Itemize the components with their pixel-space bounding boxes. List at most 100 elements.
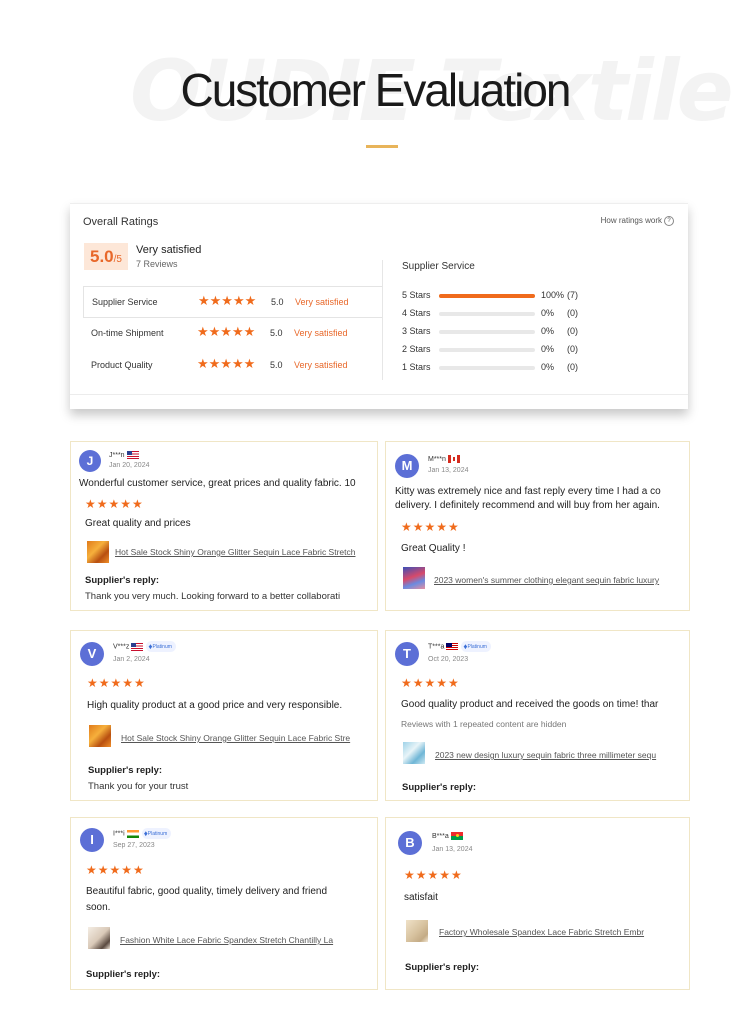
reviewer-name-text: M***n [428, 455, 446, 463]
category-stars: ★★★★★ [197, 356, 256, 371]
bar-percent: 0% [541, 308, 555, 318]
reviewer-name: V***z ♦Platinum [113, 641, 176, 652]
product-link[interactable]: Hot Sale Stock Shiny Orange Glitter Sequ… [121, 733, 350, 743]
reviewer-name-text: B***a [432, 832, 449, 840]
product-thumbnail[interactable] [406, 920, 428, 942]
bar-count: (0) [567, 326, 578, 336]
product-link[interactable]: Fashion White Lace Fabric Spandex Stretc… [120, 935, 333, 945]
review-date: Jan 13, 2024 [432, 846, 473, 853]
product-thumbnail[interactable] [87, 541, 109, 563]
review-date: Jan 13, 2024 [428, 467, 469, 474]
how-ratings-work-label: How ratings work [600, 216, 662, 226]
supplier-reply-heading: Supplier's reply: [88, 765, 163, 776]
platinum-badge: ♦Platinum [141, 828, 172, 839]
bar-percent: 0% [541, 362, 555, 372]
review-card: V V***z ♦Platinum Jan 2, 2024 ★★★★★ High … [70, 630, 378, 801]
bar-percent: 100% [541, 290, 565, 300]
platinum-badge-label: Platinum [147, 830, 168, 837]
star-level: 5 Stars [402, 290, 431, 300]
bar-count: (7) [567, 290, 578, 300]
category-value: 5.0 [270, 328, 283, 338]
review-card: I I***i ♦Platinum Sep 27, 2023 ★★★★★ Beau… [70, 817, 378, 990]
bar-track [439, 330, 535, 334]
bar-count: (0) [567, 344, 578, 354]
how-ratings-work-link[interactable]: How ratings work? [601, 216, 674, 226]
page-title: Customer Evaluation [180, 64, 572, 116]
star-bar-3: 3 Stars 0% (0) [402, 325, 602, 339]
category-value: 5.0 [270, 360, 283, 370]
review-count: 7 Reviews [136, 259, 178, 269]
help-icon: ? [664, 216, 674, 226]
supplier-reply-text: Thank you very much. Looking forward to … [85, 591, 341, 602]
avatar: B [398, 831, 422, 855]
bar-track [439, 294, 535, 298]
star-bar-1: 1 Stars 0% (0) [402, 361, 602, 375]
reviewer-name: I***i ♦Platinum [113, 828, 172, 839]
avatar: I [80, 828, 104, 852]
in-flag-icon [126, 829, 139, 838]
bar-percent: 0% [541, 326, 555, 336]
review-text: High quality product at a good price and… [87, 700, 343, 711]
overall-verdict: Very satisfied [136, 244, 202, 256]
star-bar-2: 2 Stars 0% (0) [402, 343, 602, 357]
product-link[interactable]: 2023 women's summer clothing elegant seq… [434, 575, 659, 585]
product-link[interactable]: Factory Wholesale Spandex Lace Fabric St… [439, 927, 644, 937]
category-label: Very satisfied [294, 328, 348, 338]
platinum-badge-label: Platinum [467, 643, 487, 650]
category-label: Very satisfied [295, 297, 349, 307]
review-date: Sep 27, 2023 [113, 842, 155, 849]
overall-score: 5.0 [90, 247, 114, 266]
review-date: Jan 20, 2024 [109, 462, 150, 469]
product-link[interactable]: 2023 new design luxury sequin fabric thr… [435, 750, 656, 760]
ca-flag-icon [447, 455, 460, 463]
overall-ratings-title: Overall Ratings [83, 216, 159, 228]
review-card: M M***n Jan 13, 2024 Kitty was extremely… [385, 441, 690, 611]
avatar: J [79, 450, 101, 472]
title-underline [366, 145, 398, 148]
bar-fill [439, 294, 535, 298]
supplier-reply-heading: Supplier's reply: [86, 969, 161, 980]
supplier-reply-heading: Supplier's reply: [405, 962, 480, 973]
review-stars: ★★★★★ [87, 676, 146, 690]
bar-count: (0) [567, 362, 578, 372]
star-level: 4 Stars [402, 308, 431, 318]
category-name: Supplier Service [92, 297, 158, 307]
panel-bottom-divider [70, 394, 688, 395]
category-label: Very satisfied [294, 360, 348, 370]
platinum-badge: ♦Platinum [146, 641, 176, 652]
product-thumbnail[interactable] [403, 742, 425, 764]
product-link[interactable]: Hot Sale Stock Shiny Orange Glitter Sequ… [115, 547, 355, 557]
us-flag-icon [126, 451, 139, 459]
bar-track [439, 312, 535, 316]
category-stars: ★★★★★ [198, 293, 257, 308]
review-text: Good quality product and received the go… [401, 699, 659, 710]
review-stars: ★★★★★ [401, 676, 460, 690]
star-level: 2 Stars [402, 344, 431, 354]
reviewer-name-text: J***n [109, 451, 125, 459]
star-level: 1 Stars [402, 362, 431, 372]
overall-score-suffix: /5 [113, 254, 122, 265]
platinum-badge: ♦Platinum [461, 641, 491, 652]
product-thumbnail[interactable] [403, 567, 425, 589]
product-thumbnail[interactable] [88, 927, 110, 949]
review-card: B B***a Jan 13, 2024 ★★★★★ satisfait Fac… [385, 817, 690, 990]
reviewer-name-text: I***i [113, 830, 125, 838]
avatar: M [395, 454, 419, 478]
reviewer-name-text: V***z [113, 643, 130, 651]
star-bar-4: 4 Stars 0% (0) [402, 307, 602, 321]
review-comment: Great quality and prices [85, 518, 191, 529]
review-stars: ★★★★★ [85, 497, 144, 511]
avatar: V [80, 642, 104, 666]
reviewer-name: T***a ♦Platinum [428, 641, 491, 652]
category-stars: ★★★★★ [197, 324, 256, 339]
review-stars: ★★★★★ [86, 863, 145, 877]
review-text-line-2: soon. [86, 902, 111, 913]
product-thumbnail[interactable] [89, 725, 111, 747]
review-text: satisfait [404, 892, 438, 903]
bar-track [439, 366, 535, 370]
review-card: J J***n Jan 20, 2024 Wonderful customer … [70, 441, 378, 611]
review-text-line-1: Beautiful fabric, good quality, timely d… [86, 886, 328, 897]
review-date: Oct 20, 2023 [428, 656, 469, 663]
star-level: 3 Stars [402, 326, 431, 336]
reviewer-name: J***n [109, 451, 139, 459]
